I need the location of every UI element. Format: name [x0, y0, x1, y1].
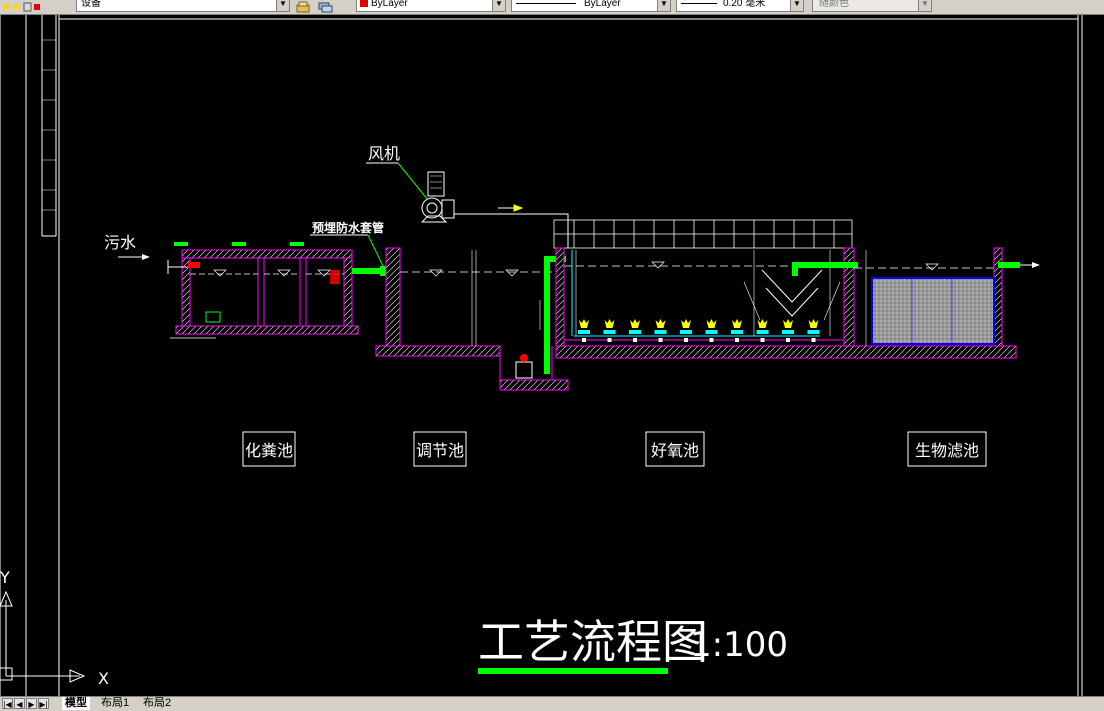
layer-manager-icon[interactable]: [296, 0, 310, 13]
tab-layout1[interactable]: 布局1: [98, 697, 132, 710]
tank-label: 好氧池: [645, 431, 705, 467]
embedded-sleeve-label: 预埋防水套管: [312, 220, 384, 235]
chevron-down-icon[interactable]: ▼: [492, 0, 505, 11]
sewage-inflow-label: 污水: [104, 233, 136, 252]
layer-dropdown[interactable]: 设备 ▼: [76, 0, 290, 12]
title-underline: [478, 668, 668, 674]
walkway-railing: [553, 219, 853, 249]
lineweight-value: 0.20 毫米: [723, 0, 766, 9]
svg-text:调节池: 调节池: [416, 441, 464, 460]
tank-label: 调节池: [413, 431, 467, 467]
color-swatch-icon: [360, 0, 368, 8]
layer-value: 设备: [81, 0, 101, 9]
inflow-arrow: [118, 254, 150, 260]
air-diffuser-icon: [629, 319, 641, 342]
color-value: ByLayer: [371, 0, 408, 9]
svg-text:化粪池: 化粪池: [245, 441, 293, 460]
color-dropdown[interactable]: ByLayer ▼: [356, 0, 506, 12]
properties-toolbar: 设备 ▼ ByLayer ▼ ByLayer ▼ 0.20 毫米 ▼ 随颜色 ▼: [0, 0, 1104, 15]
drawing-scale: 1:100: [690, 625, 788, 665]
blower[interactable]: [420, 171, 455, 223]
tab-model[interactable]: 模型: [62, 697, 90, 710]
layer-state-icons[interactable]: [2, 0, 40, 12]
air-diffuser-icon: [782, 319, 794, 342]
tank-label: 生物滤池: [907, 431, 987, 467]
lineweight-dropdown[interactable]: 0.20 毫米 ▼: [676, 0, 804, 12]
blower-label: 风机: [368, 144, 400, 163]
biofilter-tank[interactable]: [854, 247, 1040, 347]
next-tab-icon[interactable]: ▶: [26, 698, 37, 709]
drawing-canvas[interactable]: 风机 污水 预埋防水套管 化粪池 调节池 好氧池 生物滤池 工艺流程图 1:10…: [0, 15, 1104, 696]
plotstyle-dropdown: 随颜色 ▼: [812, 0, 932, 12]
first-tab-icon[interactable]: |◀: [2, 698, 13, 709]
air-diffuser-icon: [603, 319, 616, 342]
equalization-tank[interactable]: [375, 247, 569, 391]
drawing-title: 工艺流程图: [478, 615, 708, 669]
layer-previous-icon[interactable]: [318, 0, 333, 13]
air-diffuser-icon: [756, 319, 769, 342]
chevron-down-icon[interactable]: ▼: [790, 0, 803, 11]
tank-label: 化粪池: [242, 431, 296, 467]
prev-tab-icon[interactable]: ◀: [14, 698, 25, 709]
ucs-y-label: Y: [0, 568, 10, 587]
tab-layout2[interactable]: 布局2: [140, 697, 174, 710]
air-diffuser-icon: [654, 319, 667, 342]
chevron-down-icon: ▼: [918, 0, 931, 11]
ucs-icon: [0, 590, 86, 683]
chevron-down-icon[interactable]: ▼: [657, 0, 670, 11]
septic-tank[interactable]: [167, 242, 359, 339]
air-diffuser-icon: [705, 319, 718, 342]
lineweight-sample-icon: [681, 2, 717, 4]
blower-leader: [366, 162, 429, 201]
plotstyle-value: 随颜色: [819, 0, 849, 9]
air-diffuser-icon: [680, 319, 692, 342]
air-diffuser-icon: [731, 319, 743, 342]
chevron-down-icon[interactable]: ▼: [276, 0, 289, 11]
air-pipe: [454, 204, 569, 248]
air-diffuser-icon: [807, 319, 820, 342]
tank-labels: 化粪池 调节池 好氧池 生物滤池: [242, 431, 987, 467]
air-diffusers: [578, 319, 820, 342]
svg-text:好氧池: 好氧池: [651, 441, 699, 460]
ucs-x-label: X: [98, 669, 109, 688]
linetype-value: ByLayer: [584, 0, 621, 9]
layout-tab-bar: |◀ ◀ ▶ ▶| 模型 布局1 布局2: [0, 696, 1104, 711]
linetype-dropdown[interactable]: ByLayer ▼: [511, 0, 671, 12]
svg-text:生物滤池: 生物滤池: [915, 441, 979, 460]
last-tab-icon[interactable]: ▶|: [38, 698, 49, 709]
linetype-sample-icon: [516, 2, 576, 4]
air-diffuser-icon: [578, 319, 590, 342]
